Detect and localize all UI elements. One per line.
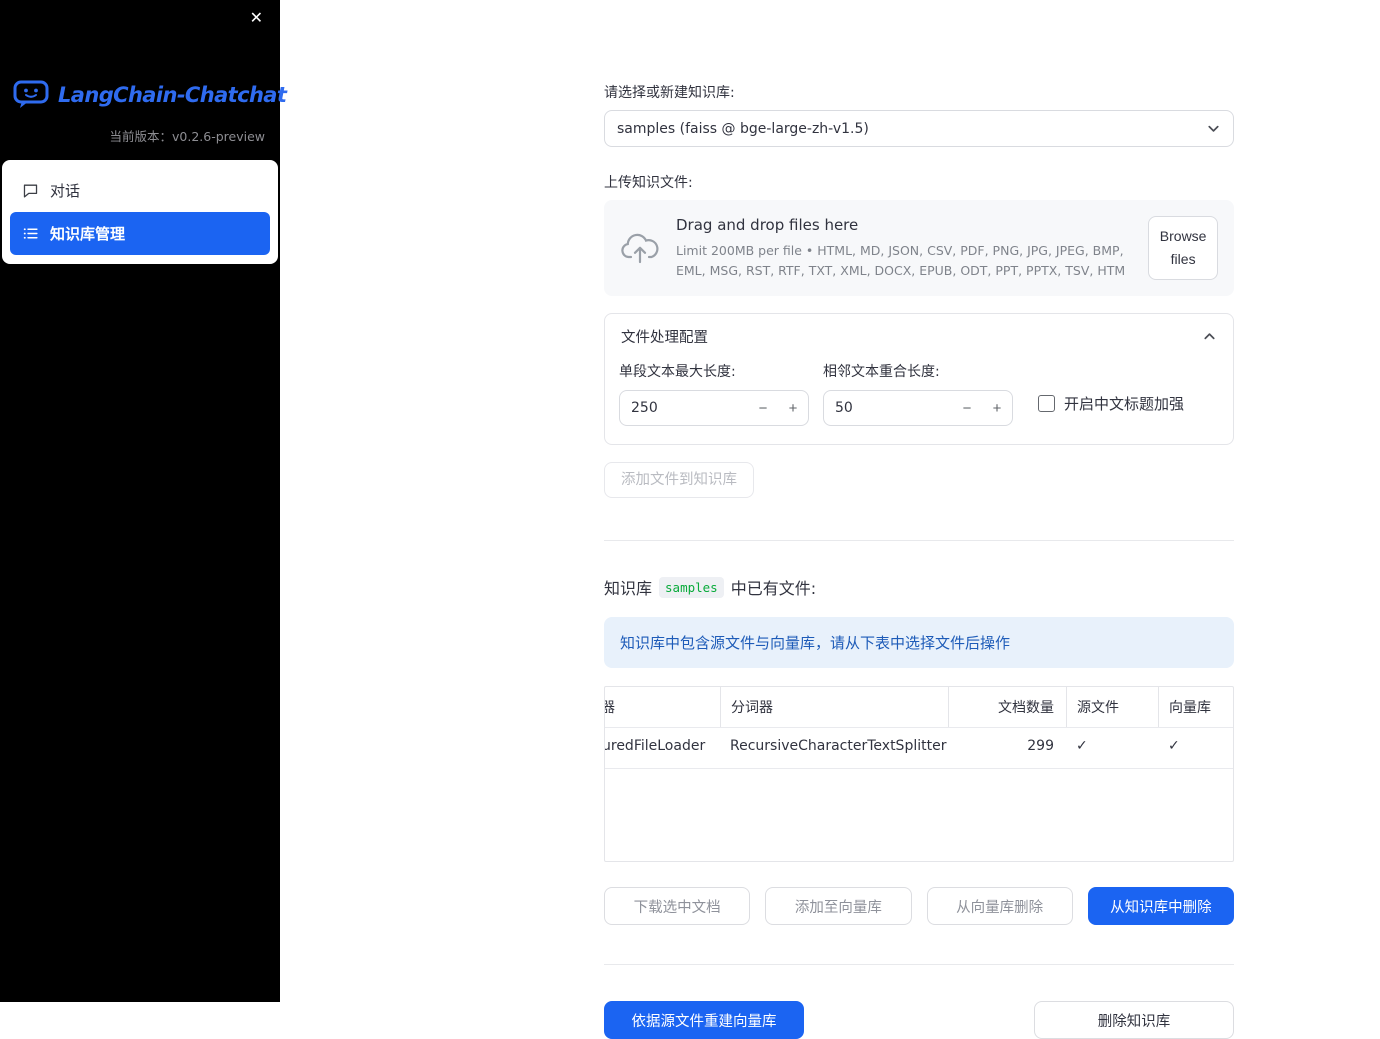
rebuild-vector-store-button[interactable]: 依据源文件重建向量库 bbox=[604, 1001, 804, 1039]
column-header-vector-store[interactable]: 向量库 bbox=[1158, 687, 1233, 728]
add-files-to-kb-button[interactable]: 添加文件到知识库 bbox=[604, 462, 754, 499]
step-up-button[interactable]: + bbox=[778, 400, 808, 417]
file-config-expander: 文件处理配置 单段文本最大长度: 250 − + 相邻文本重合长度: 50 − … bbox=[604, 313, 1234, 446]
expander-header[interactable]: 文件处理配置 bbox=[605, 314, 1233, 357]
file-dropzone[interactable]: Drag and drop files here Limit 200MB per… bbox=[604, 200, 1234, 297]
dropzone-text: Drag and drop files here Limit 200MB per… bbox=[676, 216, 1132, 280]
close-sidebar-button[interactable]: ✕ bbox=[246, 7, 267, 31]
table-row[interactable]: uredFileLoader RecursiveCharacterTextSpl… bbox=[605, 727, 1233, 768]
info-banner: 知识库中包含源文件与向量库，请从下表中选择文件后操作 bbox=[604, 617, 1234, 669]
delete-kb-button[interactable]: 删除知识库 bbox=[1034, 1001, 1234, 1039]
version-label: 当前版本：v0.2.6-preview bbox=[109, 129, 266, 144]
column-header-doc-count[interactable]: 文档数量 bbox=[948, 687, 1066, 728]
kb-files-prefix: 知识库 bbox=[604, 579, 653, 599]
cell-doc-count: 299 bbox=[1027, 738, 1054, 755]
chunk-size-input[interactable]: 250 − + bbox=[619, 390, 809, 427]
chunk-size-field: 单段文本最大长度: 250 − + bbox=[619, 361, 809, 427]
download-selected-button[interactable]: 下载选中文档 bbox=[604, 887, 751, 926]
table-header-row: 器 分词器 文档数量 源文件 向量库 bbox=[605, 687, 1233, 728]
chat-bubble-icon bbox=[21, 182, 39, 199]
expander-title: 文件处理配置 bbox=[621, 330, 708, 347]
delete-from-kb-button[interactable]: 从知识库中删除 bbox=[1087, 887, 1234, 926]
expander-body: 单段文本最大长度: 250 − + 相邻文本重合长度: 50 − + 开启中文标… bbox=[605, 357, 1233, 444]
menu-item-label: 对话 bbox=[50, 182, 81, 200]
close-icon: ✕ bbox=[249, 10, 263, 27]
column-header-source-file[interactable]: 源文件 bbox=[1066, 687, 1158, 728]
chat-logo-icon bbox=[13, 80, 49, 109]
dropzone-title: Drag and drop files here bbox=[676, 216, 859, 235]
column-header-splitter[interactable]: 分词器 bbox=[720, 687, 948, 728]
kb-select-label: 请选择或新建知识库: bbox=[604, 85, 735, 101]
step-up-button[interactable]: + bbox=[982, 400, 1012, 417]
app-root: ✕ LangChain-Chatchat 当前版本：v0.2.6-preview bbox=[0, 0, 1380, 1039]
delete-from-vector-store-button[interactable]: 从向量库删除 bbox=[926, 887, 1073, 926]
check-icon: ✓ bbox=[1168, 738, 1180, 755]
browse-files-button[interactable]: Browse files bbox=[1148, 216, 1218, 281]
cell-vector-store-check: ✓ bbox=[1158, 728, 1233, 768]
add-to-vector-store-button[interactable]: 添加至向量库 bbox=[765, 887, 912, 926]
checkbox-icon bbox=[1038, 394, 1055, 412]
kb-bottom-actions: 依据源文件重建向量库 删除知识库 bbox=[604, 1001, 1234, 1039]
checkbox-label: 开启中文标题加强 bbox=[1064, 394, 1185, 413]
chunk-size-label: 单段文本最大长度: bbox=[619, 364, 736, 381]
chevron-down-icon bbox=[1206, 121, 1221, 136]
step-down-button[interactable]: − bbox=[952, 400, 982, 417]
chunk-size-value: 250 bbox=[631, 400, 658, 417]
chunk-overlap-input[interactable]: 50 − + bbox=[823, 390, 1013, 427]
column-header-loader[interactable]: 器 bbox=[605, 687, 720, 727]
chevron-up-icon bbox=[1202, 329, 1217, 344]
table-empty-area bbox=[605, 768, 1233, 861]
zh-title-enhance-checkbox[interactable]: 开启中文标题加强 bbox=[1038, 392, 1184, 414]
kb-name-code: samples bbox=[659, 576, 724, 598]
list-icon bbox=[21, 225, 39, 242]
chunk-overlap-value: 50 bbox=[835, 400, 853, 417]
content-column: 请选择或新建知识库: samples (faiss @ bge-large-zh… bbox=[604, 0, 1234, 1039]
chunk-overlap-field: 相邻文本重合长度: 50 − + bbox=[823, 361, 1013, 427]
cell-splitter: RecursiveCharacterTextSplitter bbox=[730, 738, 947, 755]
sidebar-item-dialogue[interactable]: 对话 bbox=[10, 169, 270, 212]
menu-item-label: 知识库管理 bbox=[50, 225, 126, 243]
sidebar-menu: 对话 知识库管理 bbox=[2, 160, 278, 264]
kb-select-value: samples (faiss @ bge-large-zh-v1.5) bbox=[617, 120, 869, 137]
sidebar: ✕ LangChain-Chatchat 当前版本：v0.2.6-preview bbox=[0, 0, 287, 1002]
cell-loader: uredFileLoader bbox=[605, 738, 706, 755]
dropzone-limit-text: Limit 200MB per file • HTML, MD, JSON, C… bbox=[676, 243, 1126, 278]
kb-files-heading: 知识库 samples 中已有文件: bbox=[604, 575, 1234, 599]
divider bbox=[604, 540, 1234, 542]
kb-select[interactable]: samples (faiss @ bge-large-zh-v1.5) bbox=[604, 110, 1234, 147]
cloud-upload-icon bbox=[620, 232, 660, 264]
file-actions-row: 下载选中文档 添加至向量库 从向量库删除 从知识库中删除 bbox=[604, 887, 1234, 926]
sidebar-item-kb-management[interactable]: 知识库管理 bbox=[10, 212, 270, 255]
divider bbox=[604, 964, 1234, 966]
kb-files-table: 器 分词器 文档数量 源文件 向量库 uredFileLoader Recurs… bbox=[604, 686, 1234, 863]
cell-source-file-check: ✓ bbox=[1066, 728, 1158, 768]
main-area: 请选择或新建知识库: samples (faiss @ bge-large-zh… bbox=[280, 0, 1380, 1039]
step-down-button[interactable]: − bbox=[748, 400, 778, 417]
kb-files-suffix: 中已有文件: bbox=[730, 579, 817, 599]
app-logo: LangChain-Chatchat bbox=[13, 80, 287, 109]
upload-label: 上传知识文件: bbox=[604, 175, 693, 191]
chunk-overlap-label: 相邻文本重合长度: bbox=[823, 364, 940, 381]
check-icon: ✓ bbox=[1076, 738, 1088, 755]
logo-text: LangChain-Chatchat bbox=[58, 82, 287, 107]
